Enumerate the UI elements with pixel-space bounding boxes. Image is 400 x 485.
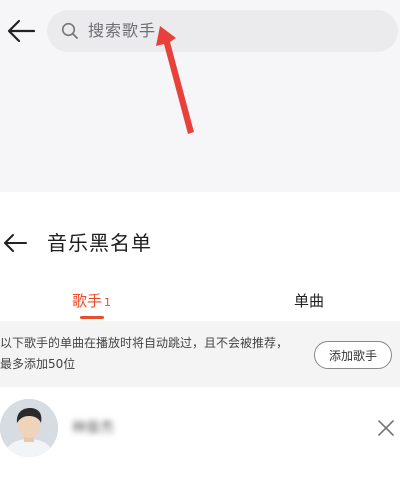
- search-screen: 搜索歌手: [0, 0, 400, 192]
- info-bar: 以下歌手的单曲在播放时将自动跳过，且不会被推荐，最多添加50位 添加歌手: [0, 321, 400, 387]
- annotation-arrow-icon: [156, 26, 194, 134]
- info-text: 以下歌手的单曲在播放时将自动跳过，且不会被推荐，最多添加50位: [0, 336, 289, 371]
- tab-label: 歌手: [72, 292, 103, 310]
- list-item[interactable]: 林俊杰: [0, 387, 400, 485]
- search-input[interactable]: 搜索歌手: [47, 10, 398, 52]
- tab-singles[interactable]: 单曲: [294, 288, 324, 314]
- add-singer-button[interactable]: 添加歌手: [314, 341, 392, 369]
- search-icon: [61, 22, 78, 39]
- active-tab-indicator: [80, 316, 104, 319]
- arrow-left-icon[interactable]: [2, 232, 28, 254]
- close-icon[interactable]: [378, 420, 394, 436]
- arrow-left-icon[interactable]: [6, 18, 36, 44]
- blacklist-screen: 音乐黑名单 歌手 1 单曲 以下歌手的单曲在播放时将自动跳过，且不会被推荐，最多添…: [0, 192, 400, 485]
- tab-singers[interactable]: 歌手 1: [72, 288, 111, 314]
- singer-name: 林俊杰: [72, 420, 114, 436]
- page-title: 音乐黑名单: [47, 231, 152, 255]
- avatar-image: [0, 399, 58, 457]
- tab-label: 单曲: [294, 292, 325, 310]
- tab-count-badge: 1: [104, 296, 112, 309]
- search-placeholder: 搜索歌手: [88, 21, 157, 40]
- avatar: [0, 399, 58, 457]
